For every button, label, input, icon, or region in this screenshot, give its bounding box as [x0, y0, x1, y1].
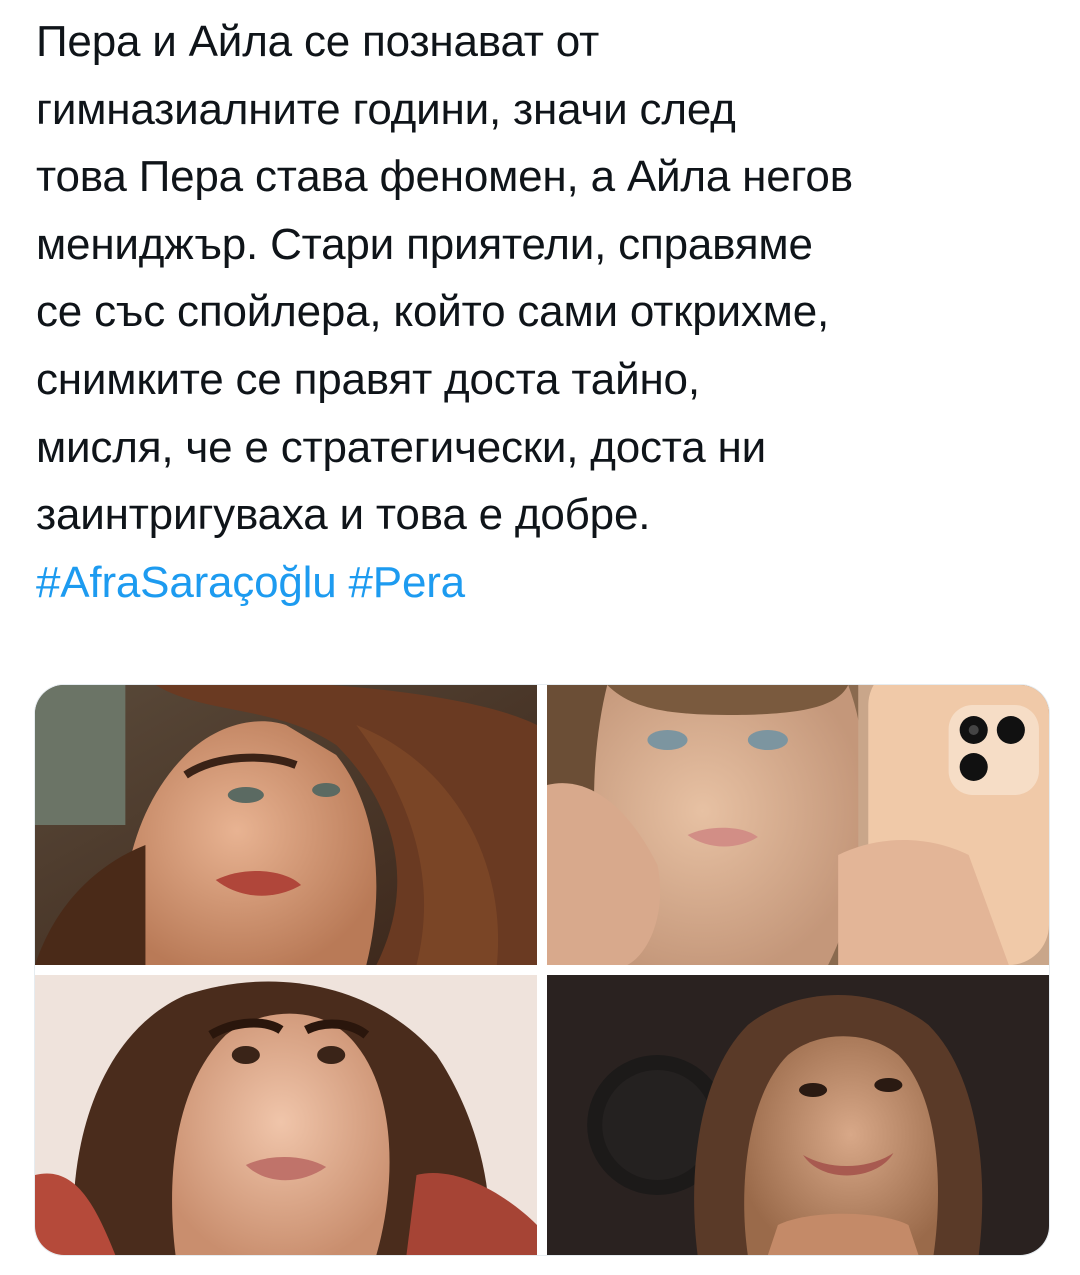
tweet-text: Пера и Айла се познават от гимназиалните…: [36, 8, 1046, 616]
tweet-text-line: това Пера става феномен, а Айла негов: [36, 152, 853, 202]
portrait-image: [35, 685, 537, 965]
selfie-image: [547, 685, 1049, 965]
photo-bottom-right[interactable]: [547, 975, 1049, 1255]
tweet: Пера и Айла се познават от гимназиалните…: [0, 0, 1080, 1275]
selfie-image: [547, 975, 1049, 1255]
tweet-text-line: Пера и Айла се познават от: [36, 17, 600, 66]
hashtag-link-pera[interactable]: #Pera: [349, 558, 466, 607]
tweet-text-line: мисля, че е стратегически, доста ни: [36, 422, 767, 472]
tweet-text-line: се със спойлера, който сами открихме,: [36, 287, 830, 337]
photo-bottom-left[interactable]: [35, 975, 537, 1255]
tweet-text-line: заинтригуваха и това е добре.: [36, 490, 651, 540]
hashtag-link-afrasaracoglu[interactable]: #AfraSaraçoğlu: [36, 558, 337, 607]
media-grid: [34, 684, 1050, 1256]
photo-top-right[interactable]: [547, 685, 1049, 965]
tweet-text-line: мениджър. Стари приятели, справяме: [36, 219, 813, 269]
tweet-text-line: гимназиалните години, значи след: [36, 84, 736, 134]
portrait-image: [35, 975, 537, 1255]
photo-top-left[interactable]: [35, 685, 537, 965]
hashtag-row: #AfraSaraçoğlu #Pera: [36, 549, 1046, 617]
tweet-text-line: снимките се правят доста тайно,: [36, 354, 700, 404]
